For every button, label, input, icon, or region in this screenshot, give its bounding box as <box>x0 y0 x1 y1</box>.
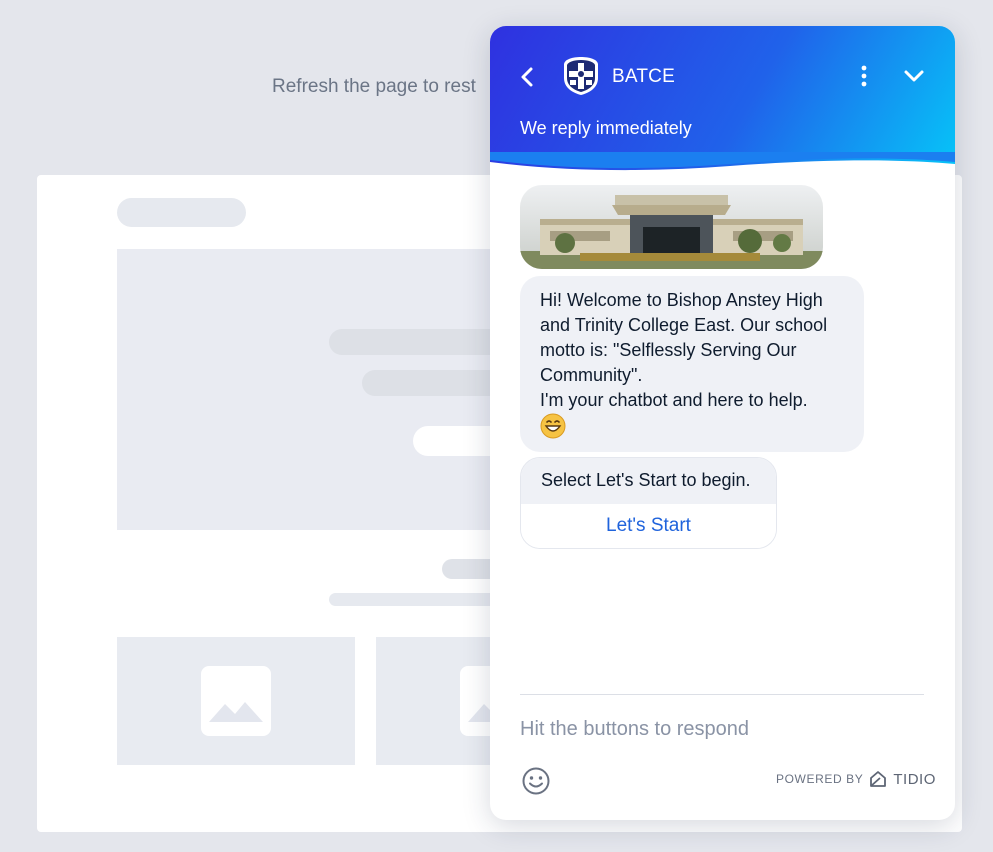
welcome-message: Hi! Welcome to Bishop Anstey High and Tr… <box>520 276 864 452</box>
message-line: and Trinity College East. Our school <box>540 315 828 335</box>
quick-reply-card: Select Let's Start to begin. Let's Start <box>520 457 777 549</box>
lets-start-button[interactable]: Let's Start <box>521 504 776 548</box>
chevron-down-icon <box>904 70 924 82</box>
image-icon <box>201 666 271 736</box>
card-prompt: Select Let's Start to begin. <box>521 458 776 504</box>
emoji-picker-button[interactable] <box>521 766 551 796</box>
image-placeholder <box>117 637 355 765</box>
more-vertical-icon <box>861 65 867 87</box>
minimize-chat-button[interactable] <box>900 62 928 90</box>
grinning-emoji-icon <box>540 413 844 439</box>
refresh-notice: Refresh the page to rest <box>272 76 476 97</box>
message-line: I'm your chatbot and here to help. <box>540 390 808 410</box>
message-line: Community". <box>540 365 643 385</box>
powered-by-tidio-link[interactable]: POWERED BY TIDIO <box>776 769 936 789</box>
message-input[interactable]: Hit the buttons to respond <box>520 718 749 741</box>
more-options-button[interactable] <box>850 62 878 90</box>
school-crest-avatar <box>562 56 600 96</box>
powered-by-label: POWERED BY <box>776 772 864 786</box>
back-button[interactable] <box>514 64 540 90</box>
tidio-brand: TIDIO <box>893 770 936 788</box>
skeleton-pill <box>117 198 246 227</box>
school-building-photo <box>520 185 823 269</box>
chat-subtitle: We reply immediately <box>520 118 692 138</box>
chat-widget: BATCE We reply immediately Hi! Welcome t… <box>490 26 955 820</box>
image-placeholder <box>376 637 530 765</box>
skeleton-line <box>329 329 509 355</box>
chevron-left-icon <box>521 67 533 87</box>
input-divider <box>520 694 924 695</box>
chat-title: BATCE <box>612 66 675 87</box>
tidio-logo-icon <box>870 771 887 787</box>
message-line: motto is: "Selflessly Serving Our <box>540 340 797 360</box>
message-line: Hi! Welcome to Bishop Anstey High <box>540 290 823 310</box>
smiley-icon <box>522 767 550 795</box>
